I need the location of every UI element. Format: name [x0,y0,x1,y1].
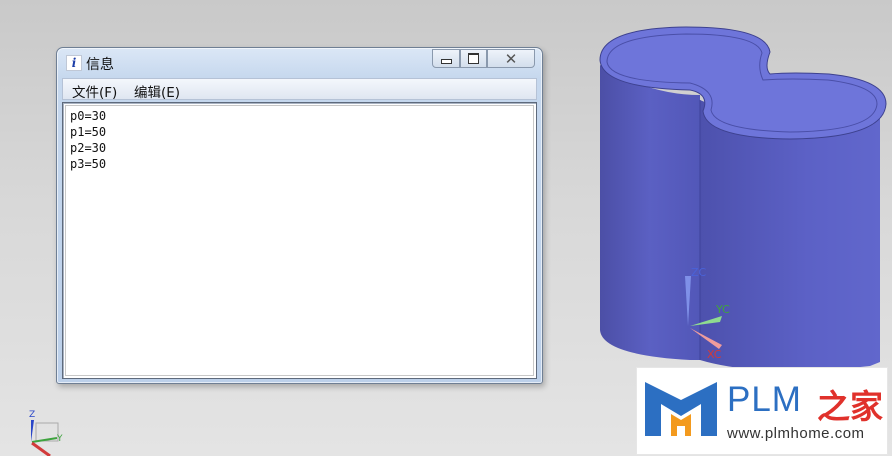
watermark-name: PLM [727,380,802,419]
mini-triad-y-label: Y [56,434,63,444]
dialog-title: 信息 [86,57,114,73]
dialog-titlebar[interactable]: i 信息 ✕ [57,48,542,76]
plm-logo-icon [645,382,717,436]
info-icon: i [66,55,82,71]
rear-cylinder [600,65,700,360]
close-button[interactable]: ✕ [487,49,535,68]
maximize-button[interactable] [460,49,487,68]
info-text-area[interactable]: p0=30 p1=50 p2=30 p3=50 [62,102,537,379]
info-line: p3=50 [70,157,107,171]
info-line: p1=50 [70,125,107,139]
info-dialog[interactable]: i 信息 ✕ 文件(F) 编辑(E) p0=30 p1=50 p2=30 p3=… [56,47,543,384]
menubar: 文件(F) 编辑(E) [62,78,537,101]
plmhome-watermark: PLM 之家 www.plmhome.com [636,367,888,455]
minimize-icon [440,59,452,64]
info-line: p2=30 [70,141,107,155]
triad-y-label: YC [715,303,730,316]
mini-triad-icon [31,420,59,456]
front-cylinder [700,100,880,371]
watermark-url: www.plmhome.com [727,425,865,442]
minimize-button[interactable] [432,49,460,68]
close-icon: ✕ [504,49,518,68]
mini-triad-z-label: Z [29,410,35,420]
menu-edit[interactable]: 编辑(E) [134,81,180,101]
menu-file[interactable]: 文件(F) [72,81,117,101]
watermark-chinese: 之家 [817,387,883,426]
info-line: p0=30 [70,109,107,123]
maximize-icon [468,53,479,64]
triad-z-label: ZC [691,266,707,279]
triad-x-label: XC [707,348,722,361]
